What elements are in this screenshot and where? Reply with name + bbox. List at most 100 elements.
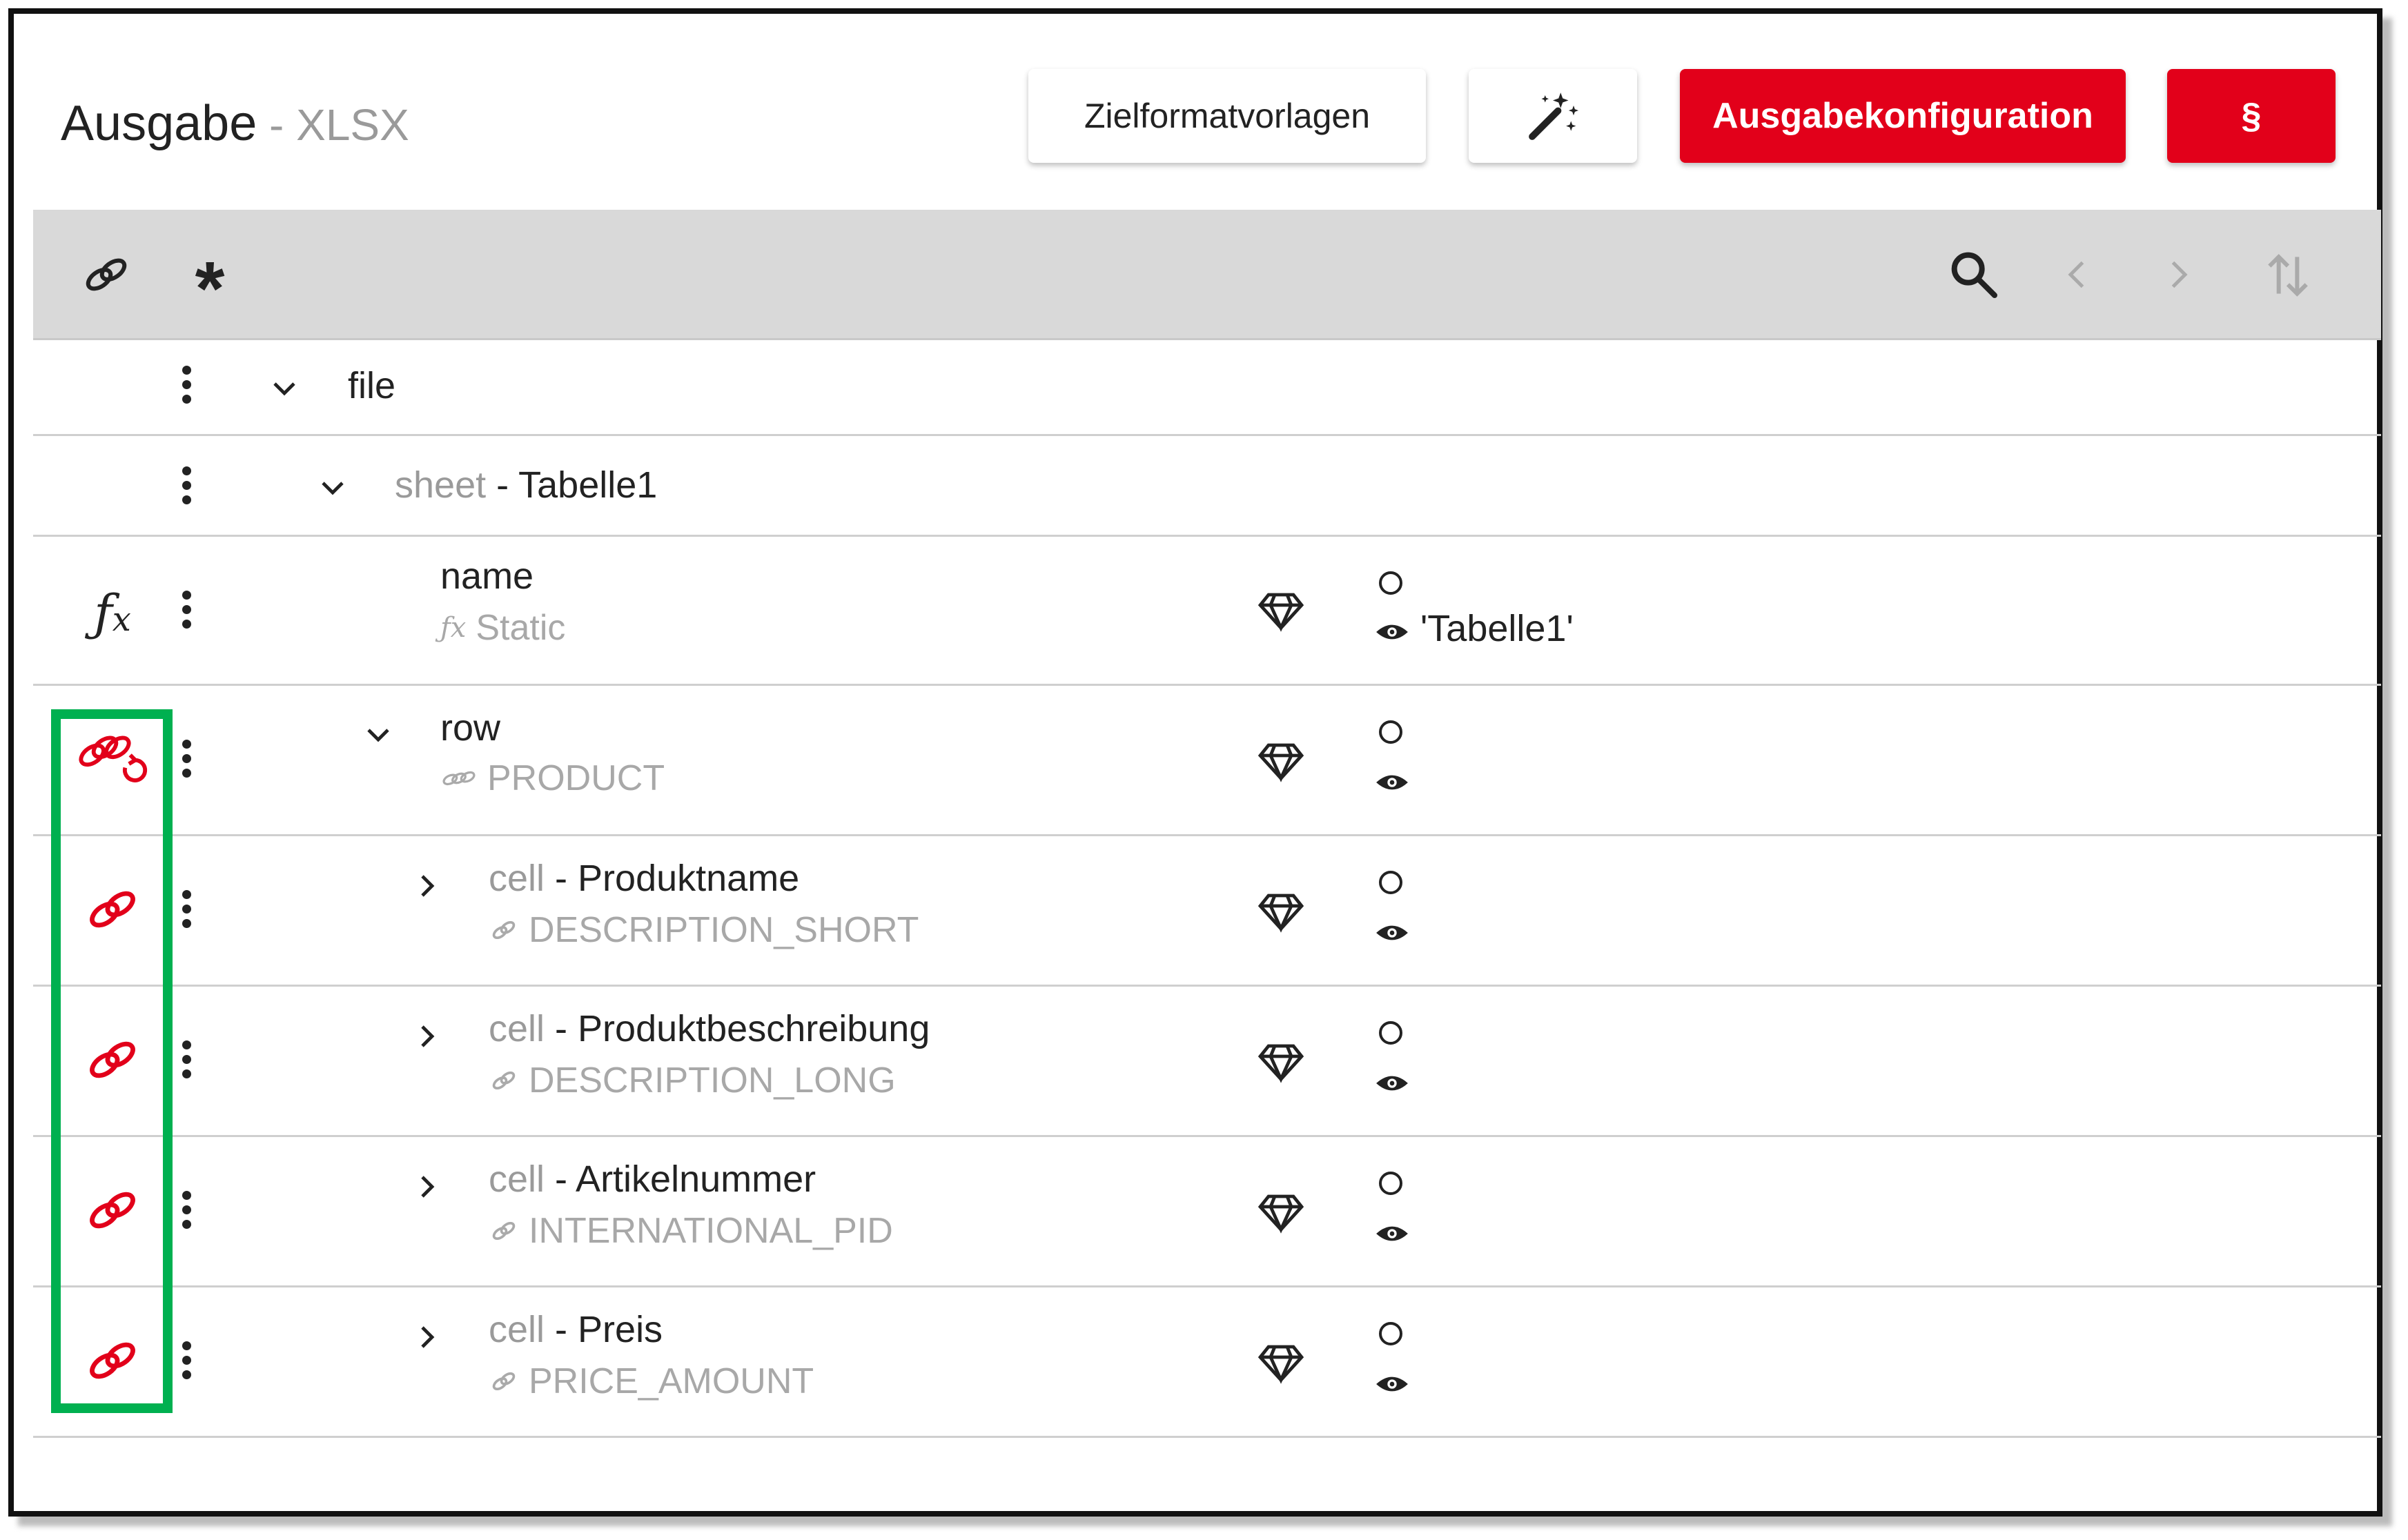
node-name: Artikelnummer [576, 1158, 816, 1200]
tree-row-cell[interactable]: cell - Artikelnummer INTERNATIONAL_PID [33, 1137, 2381, 1287]
source-label: PRODUCT [487, 758, 665, 798]
chevron-right-icon[interactable] [410, 1321, 443, 1354]
link-icon [492, 1221, 516, 1241]
tree-toolbar: * [33, 210, 2381, 340]
link-icon[interactable] [72, 240, 141, 309]
row-menu-icon[interactable] [179, 366, 193, 404]
row-menu-icon[interactable] [179, 890, 193, 928]
templates-button-label: Zielformatvorlagen [1084, 97, 1371, 135]
row-menu-icon[interactable] [179, 466, 193, 504]
target-format-templates-button[interactable]: Zielformatvorlagen [1028, 69, 1426, 163]
chevron-down-icon[interactable] [268, 371, 301, 404]
tree-row-cell[interactable]: cell - Produktbeschreibung DESCRIPTION_L… [33, 987, 2381, 1137]
page-title: Ausgabe - XLSX [61, 95, 409, 152]
node-separator: - [486, 464, 519, 506]
asterisk-glyph: * [195, 246, 225, 331]
source-label: Static [476, 608, 566, 648]
radio-circle-icon[interactable] [1379, 1172, 1402, 1195]
node-label: cell - Artikelnummer [489, 1158, 816, 1201]
link-multiple-icon [442, 771, 476, 786]
radio-circle-icon[interactable] [1379, 720, 1402, 744]
radio-circle-icon[interactable] [1379, 571, 1402, 595]
paragraph-button[interactable]: § [2167, 69, 2336, 163]
tree-row-row[interactable]: row PRODUCT [33, 686, 2381, 836]
diamond-icon[interactable] [1256, 1343, 1306, 1384]
output-configuration-button[interactable]: Ausgabekonfiguration [1680, 69, 2126, 163]
tree-row-name[interactable]: ƒx name ƒx Static 'Tabelle1' [33, 537, 2381, 686]
eye-icon[interactable] [1375, 922, 1409, 944]
node-type: cell [489, 1309, 545, 1350]
diamond-icon[interactable] [1256, 891, 1306, 933]
config-button-label: Ausgabekonfiguration [1712, 96, 2093, 136]
tree-row-file[interactable]: file [33, 338, 2381, 436]
node-label: name [440, 555, 534, 597]
radio-circle-icon[interactable] [1379, 871, 1402, 894]
node-name: Tabelle1 [518, 464, 658, 506]
eye-icon[interactable] [1375, 621, 1409, 643]
tree-row-cell[interactable]: cell - Produktname DESCRIPTION_SHORT [33, 836, 2381, 987]
source-label: INTERNATIONAL_PID [529, 1211, 893, 1251]
source-label: PRICE_AMOUNT [529, 1361, 814, 1401]
diamond-icon[interactable] [1256, 1192, 1306, 1234]
node-separator: - [545, 1158, 576, 1200]
eye-icon[interactable] [1375, 1223, 1409, 1245]
node-source: PRODUCT [440, 758, 665, 799]
source-label: DESCRIPTION_LONG [529, 1060, 896, 1100]
row-menu-icon[interactable] [179, 740, 193, 778]
node-value: 'Tabelle1' [1420, 608, 1574, 649]
chevron-right-icon[interactable] [410, 1170, 443, 1203]
chevron-down-icon[interactable] [362, 718, 395, 751]
node-label: row [440, 707, 501, 749]
node-label: cell - Preis [489, 1308, 663, 1351]
radio-circle-icon[interactable] [1379, 1021, 1402, 1045]
node-source: INTERNATIONAL_PID [489, 1210, 893, 1252]
node-separator: - [545, 1008, 578, 1049]
function-icon: ƒx [440, 612, 467, 644]
chevron-left-icon[interactable] [2043, 240, 2112, 309]
chevron-right-icon[interactable] [410, 1020, 443, 1053]
node-label: cell - Produktname [489, 857, 799, 900]
highlight-box [51, 709, 173, 1413]
title-format: - XLSX [257, 100, 409, 150]
tree-row-sheet[interactable]: sheet - Tabelle1 [33, 436, 2381, 537]
node-name: Produktbeschreibung [578, 1008, 930, 1049]
title-text: Ausgabe [61, 96, 257, 151]
node-type: cell [489, 1158, 545, 1200]
node-source: ƒx Static [440, 607, 565, 649]
diamond-icon[interactable] [1256, 741, 1306, 782]
node-label: cell - Produktbeschreibung [489, 1007, 930, 1050]
row-menu-icon[interactable] [179, 591, 193, 629]
source-label: DESCRIPTION_SHORT [529, 910, 919, 950]
magic-wand-icon [1529, 92, 1579, 140]
search-icon[interactable] [1939, 240, 2008, 309]
function-icon[interactable]: ƒx [75, 578, 150, 647]
link-icon [492, 1372, 516, 1391]
diamond-icon[interactable] [1256, 1042, 1306, 1083]
link-icon [492, 1071, 516, 1090]
diamond-icon[interactable] [1256, 591, 1306, 632]
node-label: file [348, 365, 396, 406]
tree-row-cell[interactable]: cell - Preis PRICE_AMOUNT [33, 1287, 2381, 1438]
radio-circle-icon[interactable] [1379, 1322, 1402, 1345]
sort-icon[interactable] [2250, 237, 2326, 313]
eye-icon[interactable] [1375, 771, 1409, 793]
node-separator: - [545, 858, 578, 899]
node-type: cell [489, 858, 545, 899]
node-type: cell [489, 1008, 545, 1049]
chevron-down-icon[interactable] [316, 471, 349, 504]
asterisk-icon[interactable]: * [175, 237, 244, 327]
node-type: sheet [395, 464, 487, 506]
node-source: PRICE_AMOUNT [489, 1361, 814, 1402]
magic-wand-button[interactable] [1469, 69, 1637, 163]
eye-icon[interactable] [1375, 1072, 1409, 1094]
row-menu-icon[interactable] [179, 1341, 193, 1379]
eye-icon[interactable] [1375, 1373, 1409, 1395]
chevron-right-icon[interactable] [2144, 240, 2213, 309]
node-name: Preis [578, 1309, 663, 1350]
chevron-right-icon[interactable] [410, 869, 443, 902]
node-source: DESCRIPTION_LONG [489, 1060, 896, 1101]
app-window: Ausgabe - XLSX Zielformatvorlagen Ausgab… [8, 8, 2382, 1517]
row-menu-icon[interactable] [179, 1191, 193, 1229]
node-name: Produktname [578, 858, 800, 899]
row-menu-icon[interactable] [179, 1040, 193, 1078]
